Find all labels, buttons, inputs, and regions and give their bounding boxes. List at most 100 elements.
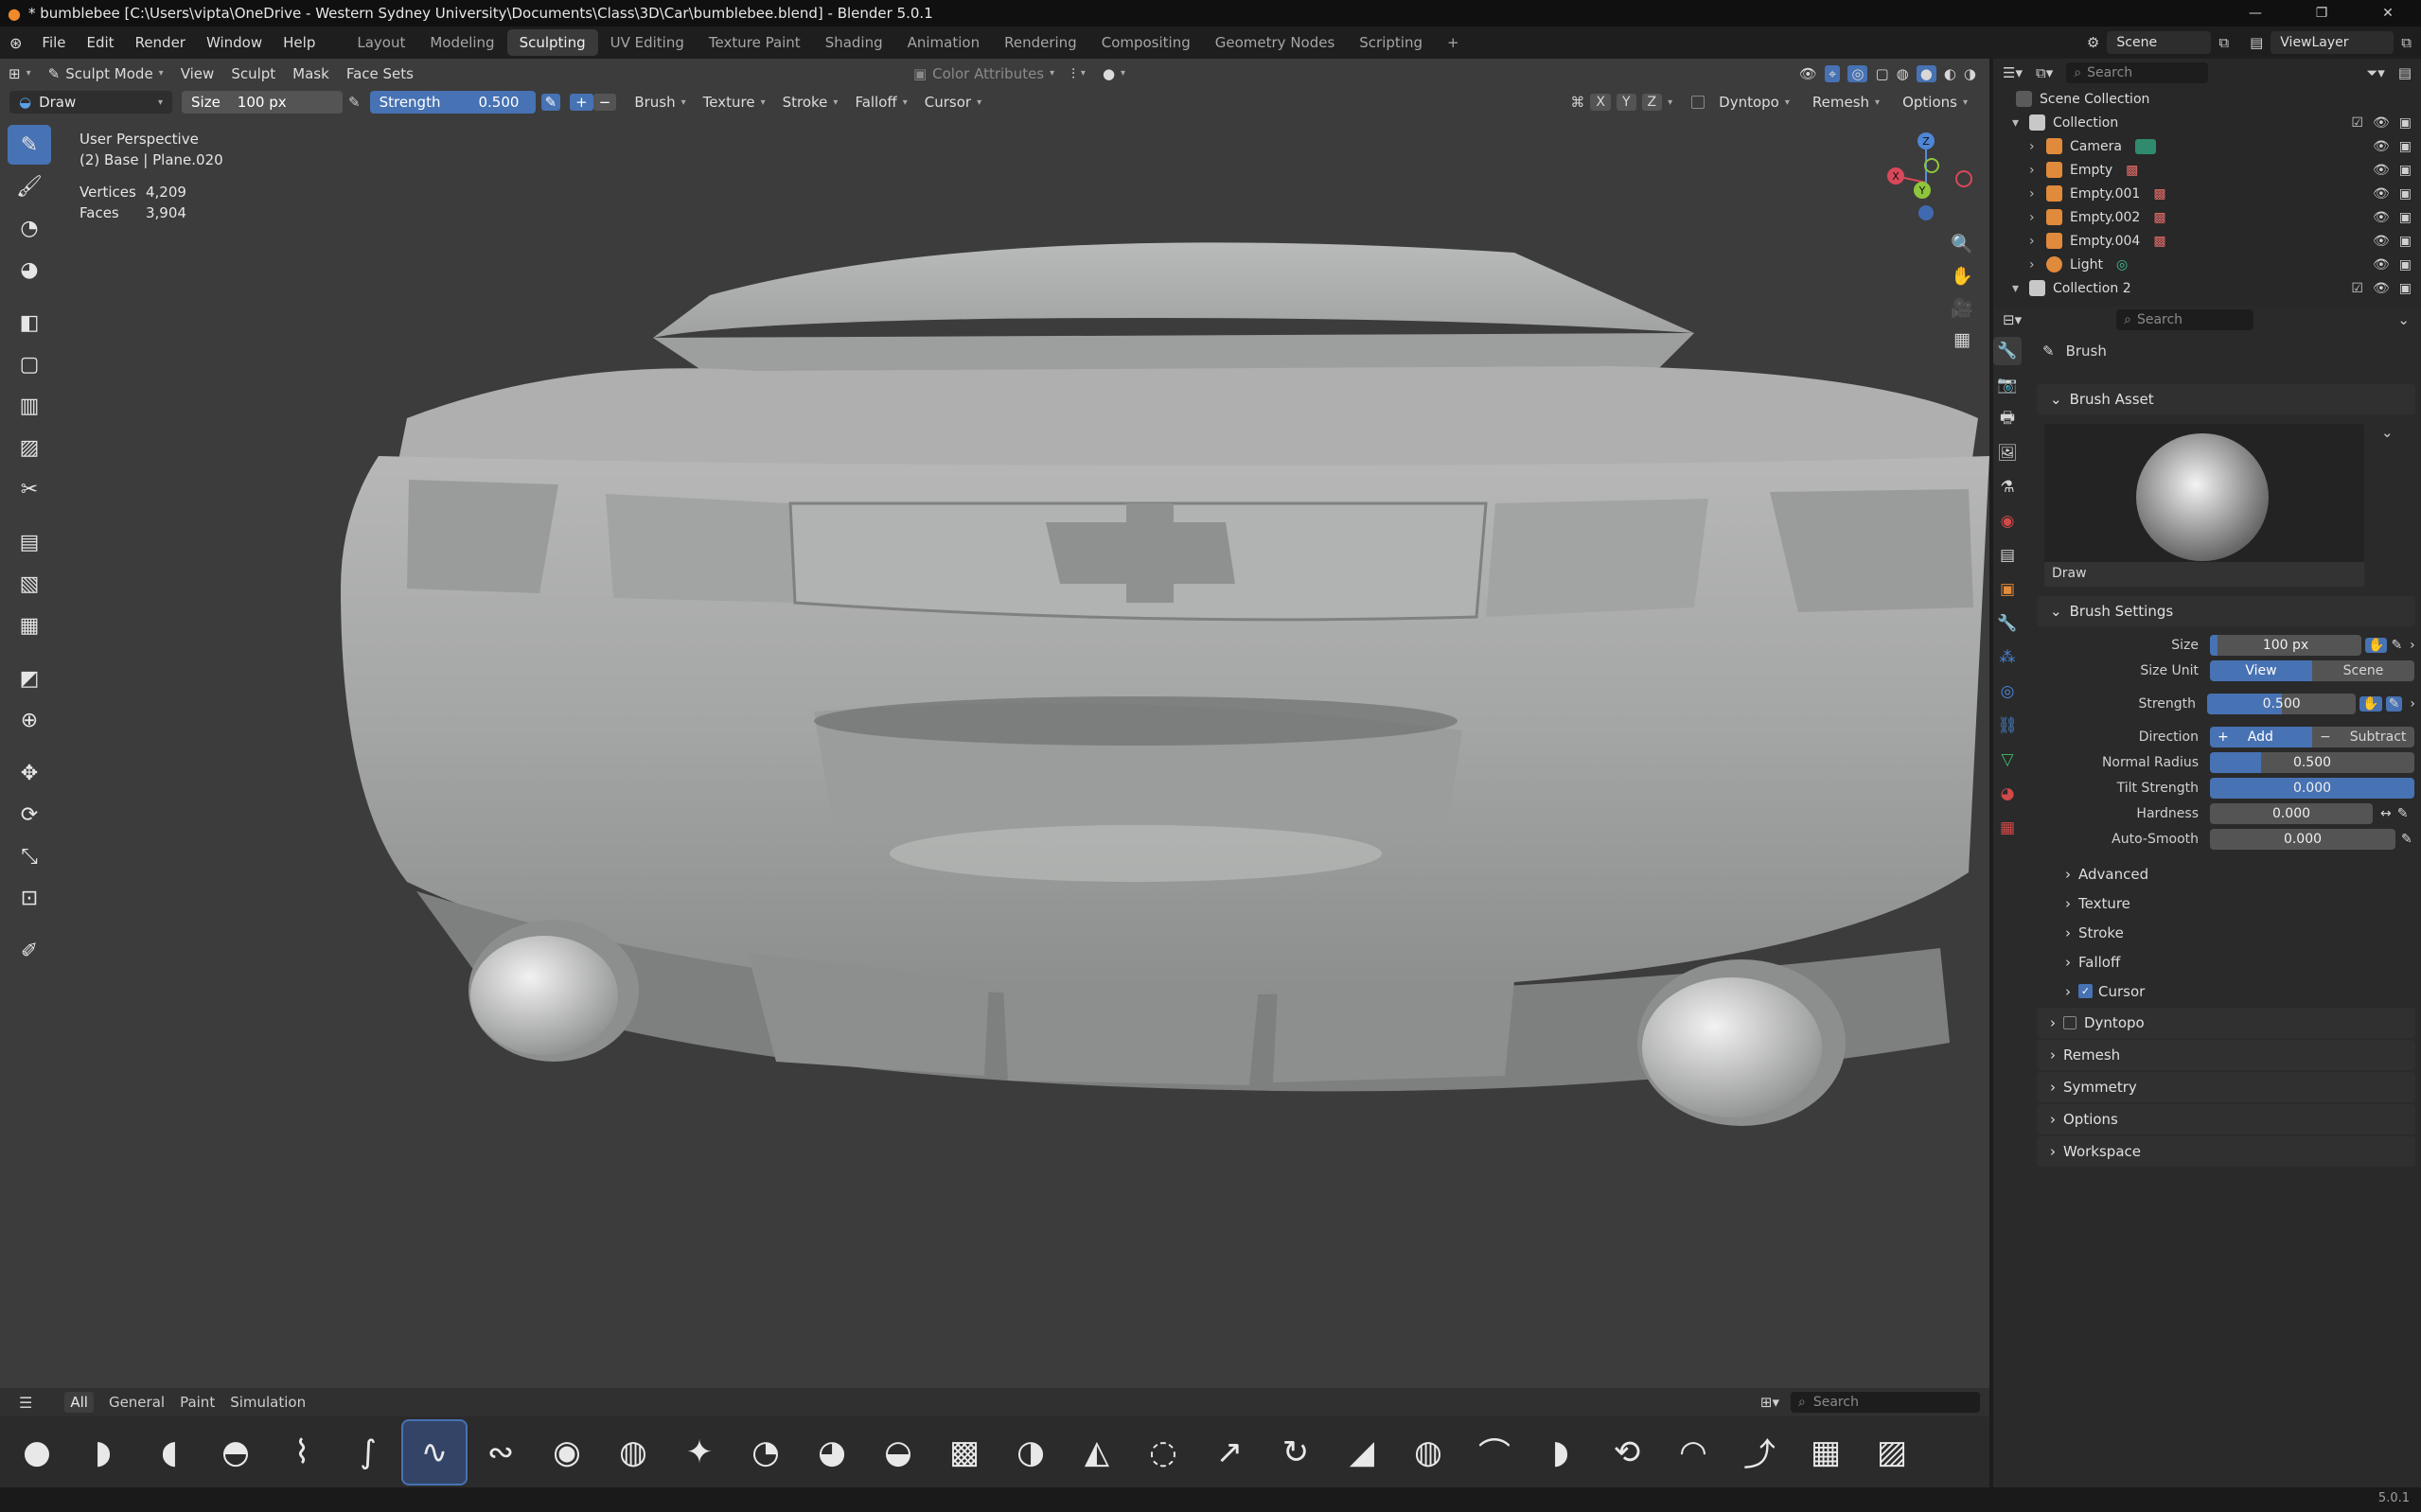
tab-shading[interactable]: Shading (813, 29, 895, 56)
tab-uv-editing[interactable]: UV Editing (598, 29, 697, 56)
tab-rendering[interactable]: Rendering (992, 29, 1089, 56)
view-layer-icon[interactable]: ▤ (2250, 34, 2263, 51)
camera-render-icon[interactable]: ▣ (2399, 210, 2412, 225)
brush-rotate-icon[interactable]: ↻ (1264, 1421, 1327, 1484)
constraints-tab-icon[interactable]: ⛓ (1993, 712, 2022, 740)
navigation-gizmo[interactable]: Z X Y (1879, 126, 1973, 230)
camera-render-icon[interactable]: ▣ (2399, 163, 2412, 178)
stroke-subpanel[interactable]: › Stroke (2037, 918, 2415, 947)
advanced-subpanel[interactable]: › Advanced (2037, 859, 2415, 888)
brush-flatten-icon[interactable]: ✦ (668, 1421, 731, 1484)
axis-x-toggle[interactable]: X (1590, 94, 1611, 111)
brush-boundary-icon[interactable]: ⟲ (1596, 1421, 1658, 1484)
scene-selector[interactable]: Scene (2107, 31, 2212, 54)
outliner-row[interactable]: › Camera 👁 ▣ (1993, 134, 2421, 158)
brush-radius-pen-icon[interactable]: ✎ (2391, 638, 2402, 653)
menu-falloff[interactable]: Falloff ▾ (846, 91, 915, 114)
filter-icon[interactable]: ⏷▾ (2366, 64, 2385, 81)
view-layer-selector[interactable]: ViewLayer (2271, 31, 2394, 54)
xray-icon[interactable]: ▢ (1875, 65, 1888, 82)
hamburger-icon[interactable]: ☰ (19, 1394, 32, 1412)
auto-smooth-pen-icon[interactable]: ✎ (2401, 832, 2412, 847)
brush-settings-panel-header[interactable]: ⌄ Brush Settings (2037, 596, 2415, 626)
brush-simplify-icon[interactable]: ▨ (1861, 1421, 1923, 1484)
line-project-tool-icon[interactable]: ▤ (8, 522, 51, 562)
tab-modeling[interactable]: Modeling (417, 29, 506, 56)
pressure-icon[interactable]: ✋ (2365, 637, 2388, 653)
camera-render-icon[interactable]: ▣ (2399, 257, 2412, 273)
outliner-scene-collection[interactable]: Scene Collection (1993, 87, 2421, 111)
shelf-search-input[interactable]: ⌕ Search (1791, 1392, 1980, 1413)
tab-sculpting[interactable]: Sculpting (506, 29, 598, 56)
world-tab-icon[interactable]: ◉ (1993, 507, 2022, 536)
visibility-icon[interactable]: 👁 (1799, 65, 1817, 82)
cloth-filter-tool-icon[interactable]: ▦ (8, 606, 51, 645)
outliner-row[interactable]: ▾ Collection 2 ☑ 👁 ▣ (1993, 276, 2421, 300)
new-view-layer-icon[interactable]: ⧉ (2401, 34, 2412, 51)
workspace-panel-header[interactable]: › Workspace (2037, 1136, 2415, 1167)
axis-z-toggle[interactable]: Z (1641, 94, 1663, 111)
render-tab-icon[interactable]: 📷 (1993, 371, 2022, 399)
strength-field[interactable]: Strength 0.500 (369, 91, 536, 114)
brush-pinch-icon[interactable]: ◌ (1132, 1421, 1194, 1484)
normal-radius-slider[interactable]: 0.500 (2210, 751, 2414, 773)
tilt-strength-slider[interactable]: 0.000 (2210, 777, 2414, 799)
mesh-filter-tool-icon[interactable]: ▧ (8, 564, 51, 604)
box-mask-tool-icon[interactable]: ▢ (8, 344, 51, 384)
brush-pose-icon[interactable]: ↗ (1198, 1421, 1261, 1484)
tab-geometry-nodes[interactable]: Geometry Nodes (1203, 29, 1348, 56)
dyntopo-checkbox[interactable] (2063, 1016, 2076, 1029)
tab-scripting[interactable]: Scripting (1347, 29, 1435, 56)
mask-tool-icon[interactable]: ◧ (8, 303, 51, 343)
color-attributes-dropdown[interactable]: ▣ Color Attributes ▾ (905, 62, 1063, 85)
shelf-tab-general[interactable]: General (109, 1394, 165, 1411)
camera-render-icon[interactable]: ▣ (2399, 234, 2412, 249)
outliner-row[interactable]: › Empty.004 ▩ 👁 ▣ (1993, 229, 2421, 253)
camera-render-icon[interactable]: ▣ (2399, 186, 2412, 202)
menu-stroke[interactable]: Stroke ▾ (774, 91, 847, 114)
direction-add-button[interactable]: + Add (2210, 726, 2312, 747)
cursor-checkbox[interactable]: ✓ (2078, 984, 2093, 998)
brush-clay-icon[interactable]: ◗ (72, 1421, 134, 1484)
menu-mask[interactable]: Mask (284, 62, 338, 85)
auto-smooth-slider[interactable]: 0.000 (2210, 828, 2395, 850)
tool-tab-icon[interactable]: 🔧 (1993, 337, 2022, 365)
box-hide-tool-icon[interactable]: ▥ (8, 386, 51, 426)
smear-tool-icon[interactable]: ◔ (8, 208, 51, 248)
zoom-icon[interactable]: 🔍 (1946, 227, 1978, 259)
menu-view[interactable]: View (172, 62, 223, 85)
symmetry-dropdown-icon[interactable]: ▾ (1668, 97, 1672, 108)
options-dropdown[interactable]: Options ▾ (1894, 91, 1976, 114)
outliner-row[interactable]: › Light ◎ 👁 ▣ (1993, 253, 2421, 276)
brush-cloth-icon[interactable]: ◠ (1662, 1421, 1724, 1484)
tab-compositing[interactable]: Compositing (1089, 29, 1203, 56)
menu-sculpt[interactable]: Sculpt (222, 62, 284, 85)
strength-pressure-icon[interactable]: ✎ (540, 94, 561, 111)
brush-inflate-icon[interactable]: ◕ (801, 1421, 863, 1484)
camera-render-icon[interactable]: ▣ (2399, 139, 2412, 154)
rendered-shading-icon[interactable]: ◑ (1964, 65, 1976, 82)
modifier-tab-icon[interactable]: 🔧 (1993, 609, 2022, 638)
axis-y-toggle[interactable]: Y (1616, 94, 1636, 111)
tab-layout[interactable]: Layout (345, 29, 417, 56)
menu-brush[interactable]: Brush ▾ (626, 91, 694, 114)
new-collection-icon[interactable]: ▤ (2398, 64, 2421, 81)
invert-arrows-icon[interactable]: ↔ (2380, 806, 2392, 821)
wireframe-shading-icon[interactable]: ◍ (1897, 65, 1909, 82)
brush-selector[interactable]: ◒ Draw ▾ (9, 91, 172, 114)
eye-icon[interactable]: 👁 (2373, 234, 2390, 249)
shelf-tab-all[interactable]: All (64, 1392, 94, 1413)
maximize-button[interactable]: ❐ (2288, 0, 2355, 26)
brush-blob-icon[interactable]: ● (6, 1421, 68, 1484)
gizmo-toggle-icon[interactable]: ⌖ (1824, 64, 1841, 82)
menu-cursor[interactable]: Cursor ▾ (916, 91, 990, 114)
properties-editor-icon[interactable]: ⊟▾ (2003, 311, 2022, 328)
texture-subpanel[interactable]: › Texture (2037, 888, 2415, 918)
camera-render-icon[interactable]: ▣ (2399, 281, 2412, 296)
brush-draw-sharp-icon[interactable]: ∾ (469, 1421, 532, 1484)
overlay-toggle-icon[interactable]: ◎ (1847, 64, 1868, 82)
annotate-tool-icon[interactable]: ✐ (8, 931, 51, 971)
move-tool-icon[interactable]: ✥ (8, 753, 51, 793)
brush-clay-thumb-icon[interactable]: ◓ (204, 1421, 267, 1484)
output-tab-icon[interactable]: 🖶 (1993, 405, 2022, 433)
